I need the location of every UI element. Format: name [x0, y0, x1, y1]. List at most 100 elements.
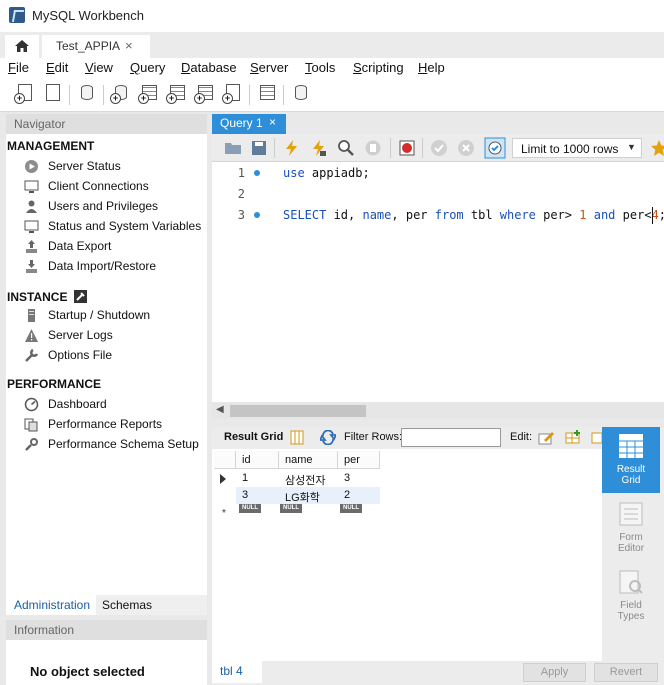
refresh-icon[interactable]	[320, 430, 336, 445]
result-grid-view-button[interactable]: Result Grid	[602, 427, 660, 493]
close-icon[interactable]: ×	[269, 115, 276, 129]
sql-text: appiadb;	[304, 166, 370, 180]
line-number: 3	[237, 208, 245, 222]
form-editor-button[interactable]: Form Editor	[602, 495, 660, 557]
navigator-title: Navigator	[14, 117, 66, 131]
statement-marker-icon	[254, 170, 260, 176]
query-tab[interactable]: Query 1 ×	[212, 114, 286, 134]
edit-row-icon[interactable]	[538, 429, 555, 446]
side-label-line: Field	[620, 600, 642, 611]
toolbar-separator	[249, 85, 250, 105]
menu-edit[interactable]: Edit	[46, 60, 68, 75]
menu-query[interactable]: Query	[130, 60, 165, 75]
home-tab[interactable]	[5, 35, 39, 58]
menu-scripting[interactable]: Scripting	[353, 60, 404, 75]
autocommit-toggle-icon[interactable]	[484, 137, 506, 159]
null-badge[interactable]: NULL	[280, 504, 302, 513]
connection-tab[interactable]: Test_APPIA ×	[42, 35, 150, 58]
cell-value: 3	[242, 489, 249, 501]
column-header-id[interactable]: id	[236, 451, 279, 469]
menu-database[interactable]: Database	[181, 60, 237, 75]
field-types-button[interactable]: Field Types	[602, 563, 660, 625]
explain-icon[interactable]	[337, 139, 355, 157]
nav-item-label: Server Status	[48, 159, 121, 173]
nav-item-label: Performance Reports	[48, 417, 163, 431]
menu-mnemonic: S	[250, 60, 259, 75]
delete-row-icon[interactable]	[591, 429, 602, 446]
toolbar-separator	[283, 85, 284, 105]
menu-view[interactable]: View	[85, 60, 113, 75]
close-icon[interactable]: ×	[125, 38, 133, 53]
scrollbar-thumb[interactable]	[230, 405, 366, 417]
column-toggle-icon[interactable]	[290, 430, 304, 445]
column-header-name[interactable]: name	[279, 451, 338, 469]
result-tab[interactable]: tbl 4	[212, 661, 262, 683]
instance-heading: INSTANCE	[7, 288, 87, 304]
tab-schemas[interactable]: Schemas	[96, 595, 207, 615]
cell-value: 1	[242, 472, 249, 484]
table-cell[interactable]: LG화학	[279, 487, 338, 504]
performance-heading: PERFORMANCE	[7, 377, 102, 391]
open-folder-icon[interactable]	[224, 139, 242, 157]
table-cell[interactable]: 삼성전자	[279, 470, 338, 487]
report-icon	[24, 418, 38, 432]
reconnect-icon[interactable]	[290, 83, 312, 105]
commit-icon[interactable]	[430, 139, 448, 157]
bookmark-star-icon[interactable]	[650, 139, 664, 157]
row-limit-select[interactable]: Limit to 1000 rows ▼	[512, 138, 642, 158]
rollback-icon[interactable]	[457, 139, 475, 157]
connection-tab-label: Test_APPIA	[56, 39, 121, 53]
search-table-data-icon[interactable]	[256, 83, 278, 105]
save-icon[interactable]	[250, 139, 268, 157]
table-cell[interactable]: 2	[338, 487, 380, 504]
open-sql-script-icon[interactable]	[42, 83, 64, 105]
table-cell[interactable]: 1	[236, 470, 279, 487]
tab-administration[interactable]: Administration	[6, 595, 96, 615]
create-table-icon[interactable]: +	[138, 83, 160, 105]
toolbar-separator	[390, 138, 391, 158]
menu-label: dit	[54, 60, 69, 75]
create-procedure-icon[interactable]: +	[194, 83, 216, 105]
filter-rows-input[interactable]	[401, 428, 501, 447]
instance-settings-icon[interactable]	[73, 290, 87, 303]
sql-editor[interactable]	[212, 162, 664, 402]
create-view-icon[interactable]: +	[166, 83, 188, 105]
toggle-error-icon[interactable]	[398, 139, 416, 157]
field-types-icon	[619, 570, 643, 594]
menu-help[interactable]: Help	[418, 60, 445, 75]
table-cell[interactable]: 3	[236, 487, 279, 504]
scroll-left-icon[interactable]: ◀	[216, 404, 224, 415]
revert-button[interactable]: Revert	[594, 663, 658, 682]
import-icon	[26, 260, 37, 273]
toolbar-separator	[103, 85, 104, 105]
insert-row-icon[interactable]	[565, 429, 582, 446]
inspector-icon[interactable]	[76, 83, 98, 105]
navigator-header: Navigator	[6, 114, 207, 134]
create-function-icon[interactable]: +	[222, 83, 244, 105]
sql-text: per<	[615, 208, 652, 222]
menu-file[interactable]: File	[8, 60, 29, 75]
null-badge[interactable]: NULL	[239, 504, 261, 513]
table-cell[interactable]: 3	[338, 470, 380, 487]
side-label-line: Grid	[621, 475, 641, 486]
new-sql-tab-icon[interactable]: +	[14, 83, 36, 105]
create-schema-icon[interactable]: +	[110, 83, 132, 105]
column-header-per[interactable]: per	[338, 451, 380, 469]
menu-server[interactable]: Server	[250, 60, 288, 75]
execute-icon[interactable]	[283, 139, 301, 157]
stop-icon[interactable]	[364, 139, 382, 157]
menu-label: ools	[311, 60, 336, 75]
menu-label: erver	[258, 60, 289, 75]
null-badge[interactable]: NULL	[340, 504, 362, 513]
grid-corner	[214, 451, 236, 469]
execute-current-icon[interactable]	[310, 139, 328, 157]
menu-label: uery	[140, 60, 166, 75]
cell-value: 2	[344, 489, 351, 501]
menu-tools[interactable]: Tools	[305, 60, 335, 75]
side-label-line: Form	[619, 532, 643, 543]
menu-mnemonic: S	[353, 60, 362, 75]
apply-button[interactable]: Apply	[523, 663, 586, 682]
menu-label: elp	[427, 60, 445, 75]
side-label-line: Editor	[617, 543, 645, 554]
column-header-label: id	[242, 454, 251, 466]
